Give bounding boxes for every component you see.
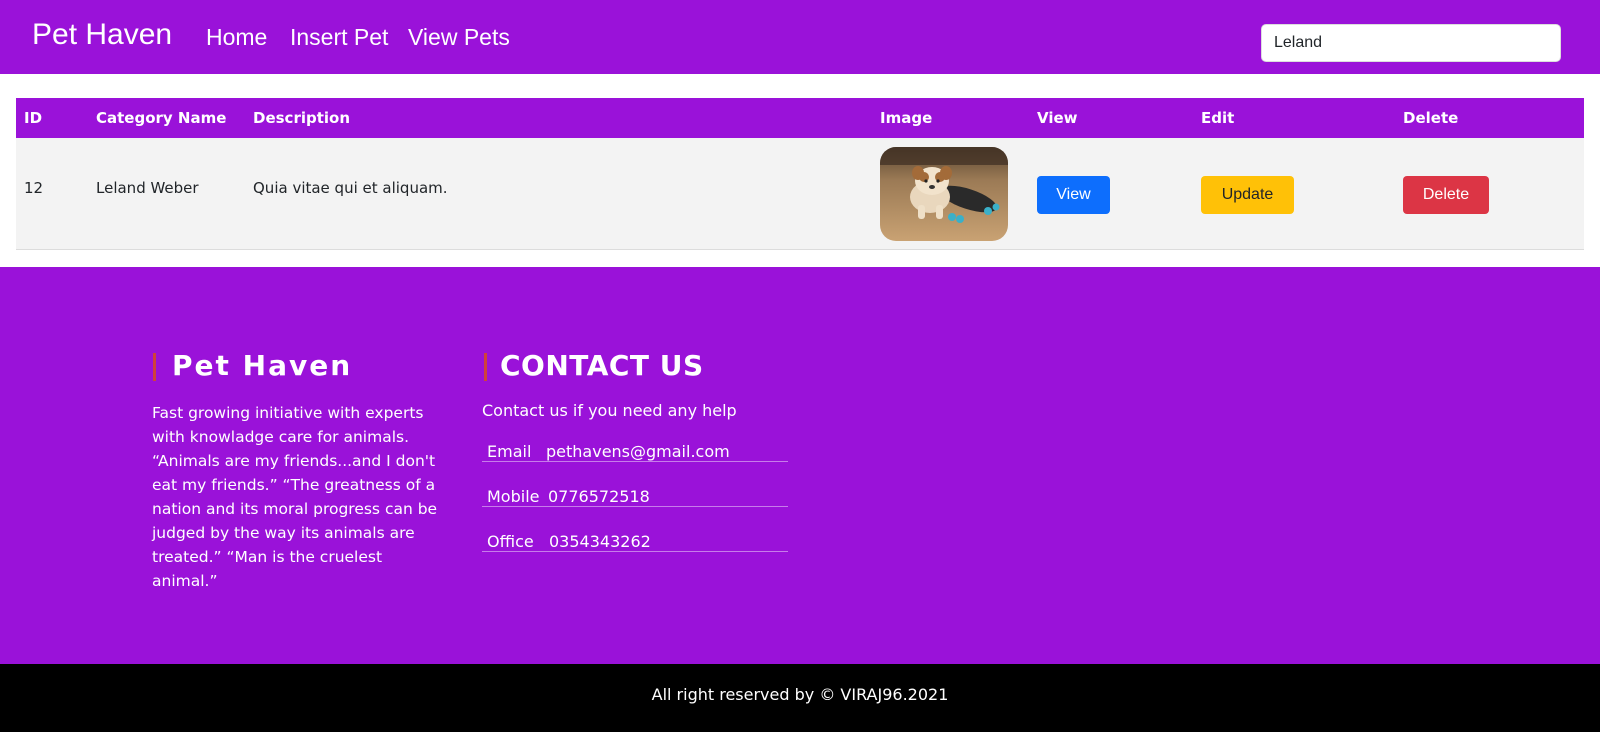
delete-button[interactable]: Delete (1403, 176, 1489, 214)
copyright-text: All right reserved by © VIRAJ96.2021 (651, 684, 949, 704)
header-id: ID (24, 109, 43, 127)
header-description: Description (253, 109, 351, 127)
header-view: View (1037, 109, 1078, 127)
brand-logo[interactable]: Pet Haven (32, 18, 172, 52)
navbar: Pet Haven Home Insert Pet View Pets (0, 0, 1600, 74)
table-row: 12 Leland Weber Quia vitae qui et aliqua… (16, 138, 1584, 250)
contact-office-label: Office (487, 532, 534, 551)
nav-link-insert-pet[interactable]: Insert Pet (290, 24, 388, 51)
view-button[interactable]: View (1037, 176, 1110, 214)
cell-id: 12 (24, 179, 44, 197)
contact-mobile-value: 0776572518 (548, 487, 650, 506)
contact-title: CONTACT US (500, 349, 704, 382)
table-header: ID Category Name Description Image View … (16, 98, 1584, 138)
contact-title-accent (484, 353, 487, 381)
contact-mobile-label: Mobile (487, 487, 540, 506)
search-input[interactable] (1261, 24, 1561, 62)
cell-description: Quia vitae qui et aliquam. (253, 179, 448, 197)
update-button[interactable]: Update (1201, 176, 1294, 214)
about-title-accent (153, 353, 156, 381)
contact-subtitle: Contact us if you need any help (482, 401, 737, 420)
header-edit: Edit (1201, 109, 1235, 127)
contact-mobile-row: Mobile 0776572518 (482, 487, 788, 507)
cell-category-name: Leland Weber (96, 179, 199, 197)
pet-image (880, 147, 1008, 241)
nav-link-home[interactable]: Home (206, 24, 267, 51)
header-category-name: Category Name (96, 109, 227, 127)
contact-email-label: Email (487, 442, 532, 461)
about-title: Pet Haven (172, 349, 353, 382)
nav-link-view-pets[interactable]: View Pets (408, 24, 510, 51)
contact-office-value: 0354343262 (549, 532, 651, 551)
header-delete: Delete (1403, 109, 1459, 127)
contact-email-value[interactable]: pethavens@gmail.com (546, 442, 730, 461)
copyright-bar: All right reserved by © VIRAJ96.2021 (0, 664, 1600, 732)
footer: Pet Haven Fast growing initiative with e… (0, 267, 1600, 664)
contact-email-row: Email pethavens@gmail.com (482, 442, 788, 462)
contact-office-row: Office 0354343262 (482, 532, 788, 552)
about-text: Fast growing initiative with experts wit… (152, 404, 438, 590)
header-image: Image (880, 109, 933, 127)
